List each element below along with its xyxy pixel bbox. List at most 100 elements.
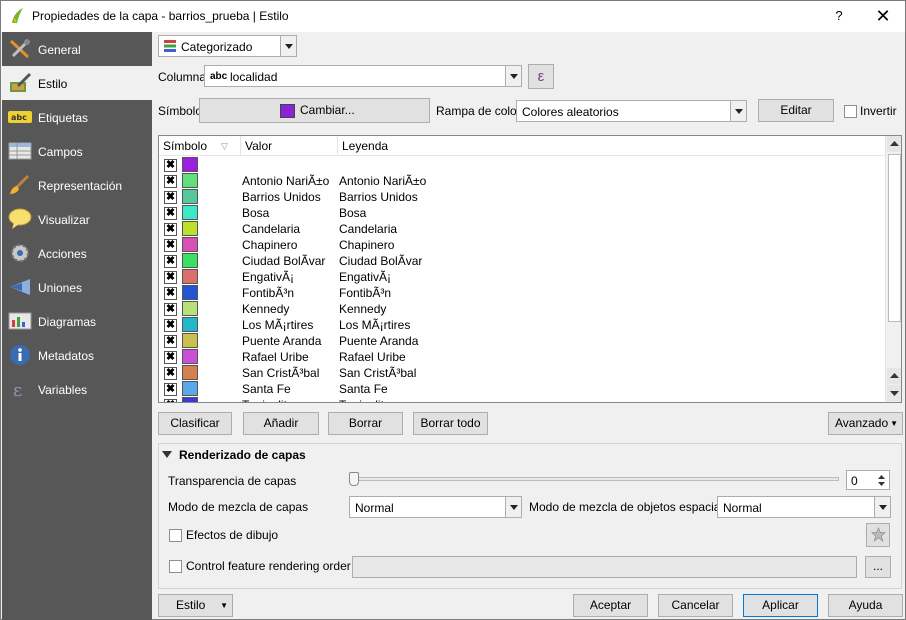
table-row[interactable]: ✖ Rafael Uribe Rafael Uribe — [159, 349, 885, 365]
sidebar-item-uniones[interactable]: Uniones — [2, 270, 152, 304]
category-checkbox[interactable]: ✖ — [164, 335, 177, 348]
invert-checkbox[interactable] — [844, 105, 857, 118]
category-color-swatch[interactable] — [182, 205, 198, 220]
transparency-slider-track[interactable] — [349, 477, 839, 481]
category-color-swatch[interactable] — [182, 317, 198, 332]
category-color-swatch[interactable] — [182, 333, 198, 348]
category-checkbox[interactable]: ✖ — [164, 175, 177, 188]
category-checkbox[interactable]: ✖ — [164, 367, 177, 380]
sidebar-item-etiquetas[interactable]: abc Etiquetas — [2, 100, 152, 134]
blend-layer-select[interactable]: Normal — [349, 496, 522, 518]
category-color-swatch[interactable] — [182, 269, 198, 284]
scroll-down-arrow-icon[interactable] — [887, 385, 901, 401]
change-symbol-button[interactable]: Cambiar... — [199, 98, 430, 123]
vertical-scrollbar[interactable] — [885, 136, 901, 402]
accept-button[interactable]: Aceptar — [573, 594, 648, 617]
advanced-button[interactable]: Avanzado ▼ — [828, 412, 903, 435]
apply-button[interactable]: Aplicar — [743, 594, 818, 617]
category-color-swatch[interactable] — [182, 221, 198, 236]
help-dialog-button[interactable]: Ayuda — [828, 594, 903, 617]
category-color-swatch[interactable] — [182, 173, 198, 188]
category-checkbox[interactable]: ✖ — [164, 319, 177, 332]
sidebar-item-metadatos[interactable]: Metadatos — [2, 338, 152, 372]
scroll-up-arrow-icon[interactable] — [887, 368, 901, 384]
table-row[interactable]: ✖ Puente Aranda Puente Aranda — [159, 333, 885, 349]
category-checkbox[interactable]: ✖ — [164, 399, 177, 402]
scroll-thumb[interactable] — [888, 154, 901, 322]
header-symbol[interactable]: Símbolo ▽ — [159, 136, 241, 156]
table-row[interactable]: ✖ Chapinero Chapinero — [159, 237, 885, 253]
sidebar-item-representacion[interactable]: Representación — [2, 168, 152, 202]
effects-checkbox[interactable] — [169, 529, 182, 542]
table-row[interactable]: ✖ Ciudad BolÃ­var Ciudad BolÃ­var — [159, 253, 885, 269]
category-color-swatch[interactable] — [182, 349, 198, 364]
table-row[interactable]: ✖ FontibÃ³n FontibÃ³n — [159, 285, 885, 301]
scroll-up-arrow-icon[interactable] — [887, 136, 901, 152]
add-button[interactable]: Añadir — [243, 412, 319, 435]
header-value[interactable]: Valor — [241, 136, 338, 156]
category-checkbox[interactable]: ✖ — [164, 207, 177, 220]
sidebar-item-variables[interactable]: ε Variables — [2, 372, 152, 406]
category-checkbox[interactable]: ✖ — [164, 159, 177, 172]
order-checkbox[interactable] — [169, 560, 182, 573]
category-color-swatch[interactable] — [182, 237, 198, 252]
category-color-swatch[interactable] — [182, 365, 198, 380]
spin-arrows-icon[interactable] — [875, 472, 888, 488]
table-row[interactable]: ✖ — [159, 157, 885, 173]
classify-button[interactable]: Clasificar — [158, 412, 232, 435]
category-color-swatch[interactable] — [182, 285, 198, 300]
style-menu-label: Estilo — [176, 598, 206, 612]
transparency-slider-handle[interactable] — [349, 472, 359, 486]
table-row[interactable]: ✖ Barrios Unidos Barrios Unidos — [159, 189, 885, 205]
collapse-arrow-icon[interactable] — [161, 449, 173, 459]
category-checkbox[interactable]: ✖ — [164, 287, 177, 300]
blend-feature-select[interactable]: Normal — [717, 496, 891, 518]
sidebar-item-general[interactable]: General — [2, 32, 152, 66]
table-row[interactable]: ✖ San CristÃ³bal San CristÃ³bal — [159, 365, 885, 381]
color-ramp-select[interactable]: Colores aleatorios — [516, 100, 747, 122]
edit-ramp-button[interactable]: Editar — [758, 99, 834, 122]
category-checkbox[interactable]: ✖ — [164, 271, 177, 284]
close-button[interactable]: ✕ — [869, 4, 897, 28]
category-checkbox[interactable]: ✖ — [164, 351, 177, 364]
table-row[interactable]: ✖ Santa Fe Santa Fe — [159, 381, 885, 397]
column-select[interactable]: abc localidad — [204, 65, 522, 87]
delete-all-button[interactable]: Borrar todo — [413, 412, 488, 435]
sidebar-item-visualizar[interactable]: Visualizar — [2, 202, 152, 236]
table-row[interactable]: ✖ Candelaria Candelaria — [159, 221, 885, 237]
table-row[interactable]: ✖ Bosa Bosa — [159, 205, 885, 221]
sidebar-item-estilo[interactable]: Estilo — [2, 66, 152, 100]
table-row[interactable]: ✖ Antonio NariÃ±o Antonio NariÃ±o — [159, 173, 885, 189]
category-color-swatch[interactable] — [182, 253, 198, 268]
renderer-type-select[interactable]: Categorizado — [158, 35, 297, 57]
category-checkbox[interactable]: ✖ — [164, 303, 177, 316]
category-color-swatch[interactable] — [182, 157, 198, 172]
table-row[interactable]: ✖ Tunjuelito Tunjuelito — [159, 397, 885, 402]
delete-button[interactable]: Borrar — [328, 412, 403, 435]
order-browse-button[interactable]: ... — [865, 556, 891, 578]
category-legend: Ciudad BolÃ­var — [339, 254, 423, 268]
sidebar-item-diagramas[interactable]: Diagramas — [2, 304, 152, 338]
category-color-swatch[interactable] — [182, 397, 198, 402]
table-row[interactable]: ✖ EngativÃ¡ EngativÃ¡ — [159, 269, 885, 285]
category-color-swatch[interactable] — [182, 189, 198, 204]
expression-button[interactable]: ε — [528, 64, 554, 89]
category-color-swatch[interactable] — [182, 381, 198, 396]
category-checkbox[interactable]: ✖ — [164, 383, 177, 396]
cancel-button[interactable]: Cancelar — [658, 594, 733, 617]
table-row[interactable]: ✖ Los MÃ¡rtires Los MÃ¡rtires — [159, 317, 885, 333]
effects-star-button[interactable] — [866, 523, 890, 547]
category-checkbox[interactable]: ✖ — [164, 223, 177, 236]
transparency-spinbox[interactable]: 0 — [846, 470, 890, 490]
style-menu-button[interactable]: Estilo ▼ — [158, 594, 233, 617]
column-value: localidad — [230, 70, 278, 84]
help-button[interactable]: ? — [829, 6, 849, 26]
category-checkbox[interactable]: ✖ — [164, 239, 177, 252]
category-color-swatch[interactable] — [182, 301, 198, 316]
sidebar-item-acciones[interactable]: Acciones — [2, 236, 152, 270]
category-checkbox[interactable]: ✖ — [164, 191, 177, 204]
category-checkbox[interactable]: ✖ — [164, 255, 177, 268]
table-row[interactable]: ✖ Kennedy Kennedy — [159, 301, 885, 317]
header-legend[interactable]: Leyenda — [338, 136, 885, 156]
sidebar-item-campos[interactable]: Campos — [2, 134, 152, 168]
